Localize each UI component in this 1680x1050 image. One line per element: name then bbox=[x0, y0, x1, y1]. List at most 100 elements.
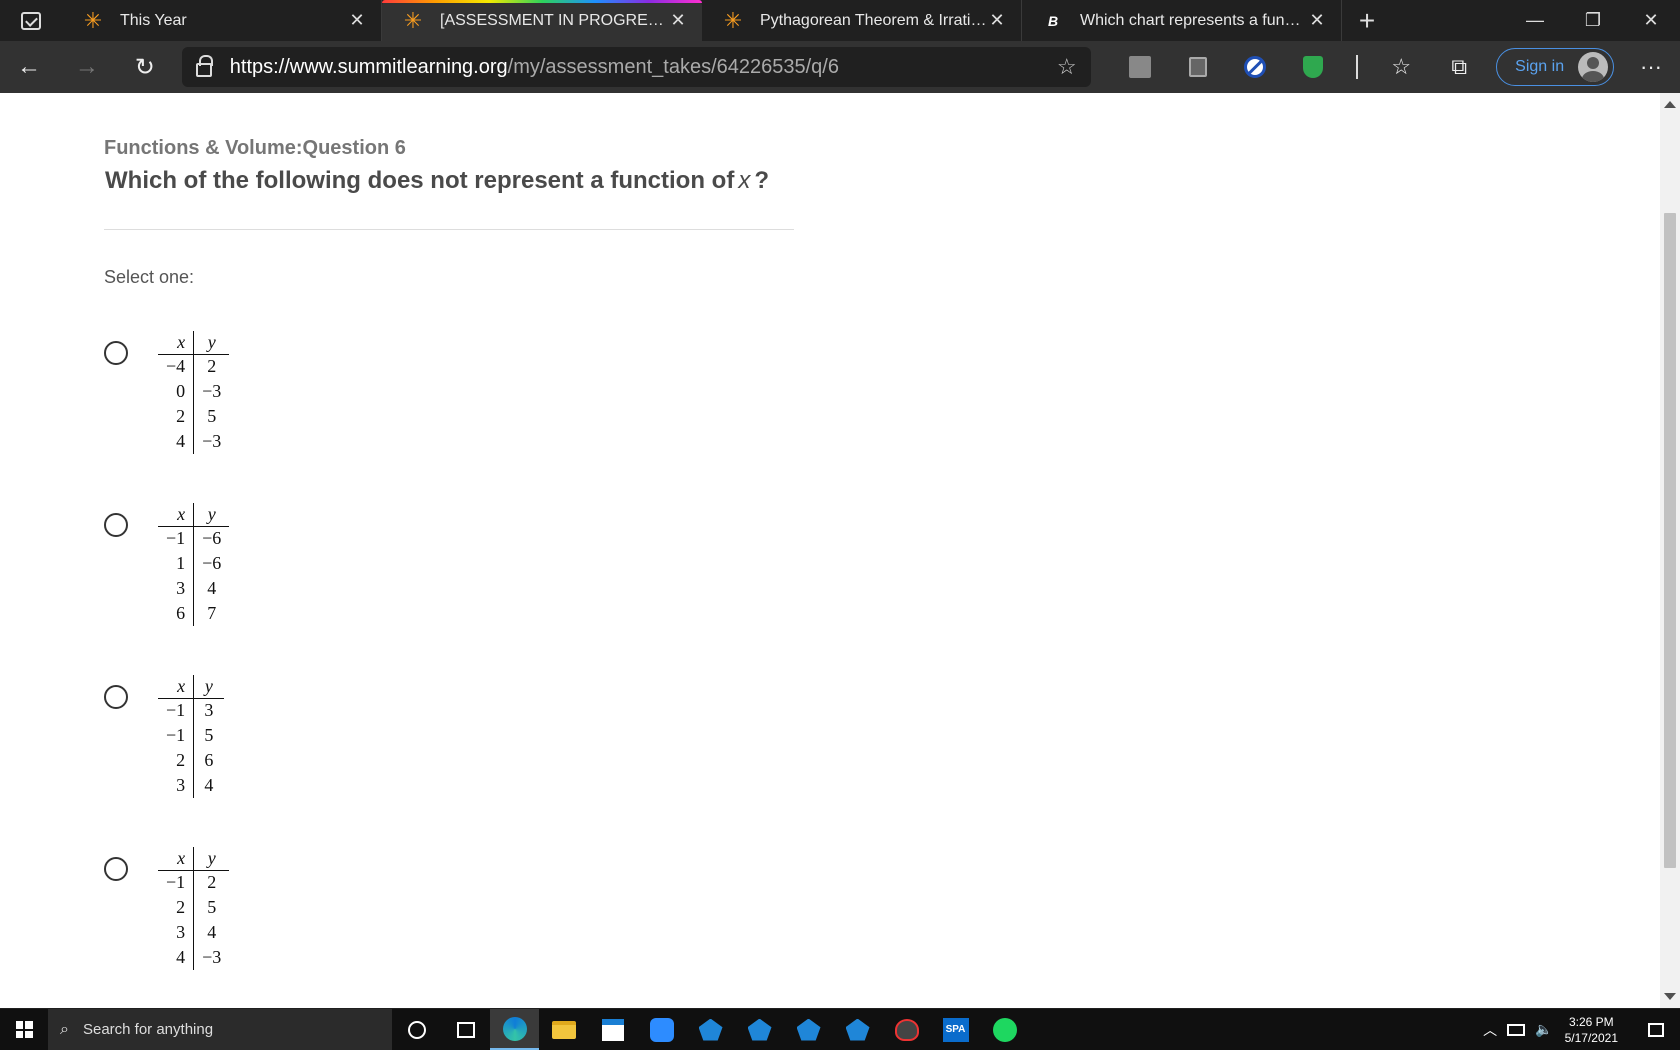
taskbar-search[interactable]: ⌕ Search for anything bbox=[48, 1009, 392, 1050]
clock[interactable]: 3:26 PM 5/17/2021 bbox=[1565, 1014, 1618, 1046]
copy-extension-icon bbox=[1188, 57, 1207, 77]
table-cell-x: 3 bbox=[158, 576, 195, 601]
folder-icon bbox=[551, 1020, 576, 1039]
radio-button[interactable] bbox=[104, 857, 128, 881]
app-button-2[interactable] bbox=[735, 1009, 784, 1050]
answer-option-2[interactable]: xy −1 −6 1 −6 34 67 bbox=[104, 503, 230, 626]
address-bar[interactable]: https://www.summitlearning.org/my/assess… bbox=[181, 47, 1091, 87]
forward-button[interactable]: → bbox=[58, 41, 116, 93]
notifications-button[interactable] bbox=[1632, 1009, 1680, 1050]
avatar bbox=[1578, 52, 1609, 82]
table-cell-x: 6 bbox=[158, 601, 195, 626]
close-icon[interactable]: ✕ bbox=[347, 10, 367, 31]
app-icon bbox=[894, 1018, 919, 1041]
answer-option-1[interactable]: xy −4 2 0 −3 25 4 −3 bbox=[104, 331, 230, 454]
extension-shield-button[interactable] bbox=[1284, 56, 1342, 78]
prompt-end: ? bbox=[754, 167, 769, 194]
radio-button[interactable] bbox=[104, 341, 128, 365]
spotify-button[interactable] bbox=[980, 1009, 1029, 1050]
question-prompt: Which of the following does not represen… bbox=[105, 167, 769, 195]
table-row: −1 3 bbox=[158, 698, 224, 723]
task-view-button[interactable] bbox=[441, 1009, 490, 1050]
table-cell-x: 3 bbox=[158, 920, 195, 945]
add-favorite-icon[interactable]: ☆ bbox=[1057, 54, 1077, 80]
extension-gray-button[interactable] bbox=[1111, 56, 1169, 78]
prompt-text: Which of the following does not represen… bbox=[105, 167, 735, 194]
radio-button[interactable] bbox=[104, 513, 128, 537]
extension-copy-button[interactable] bbox=[1169, 57, 1227, 77]
app-button-5[interactable] bbox=[882, 1009, 931, 1050]
close-icon[interactable]: ✕ bbox=[1307, 10, 1327, 31]
app-button-1[interactable] bbox=[686, 1009, 735, 1050]
minimize-button[interactable]: — bbox=[1506, 0, 1564, 41]
table-cell-x: 3 bbox=[158, 773, 195, 798]
collections-button[interactable]: ⧉ bbox=[1430, 54, 1488, 80]
tab-actions-button[interactable] bbox=[0, 0, 62, 41]
edge-taskbar-button[interactable] bbox=[490, 1009, 539, 1050]
lock-icon[interactable] bbox=[195, 55, 213, 77]
block-icon bbox=[1244, 56, 1267, 78]
close-icon[interactable]: ✕ bbox=[987, 10, 1007, 31]
new-tab-button[interactable]: + bbox=[1342, 0, 1392, 41]
sign-in-button[interactable]: Sign in bbox=[1496, 48, 1615, 86]
table-cell-y: 5 bbox=[204, 725, 214, 745]
table-cell-x: −4 bbox=[158, 354, 195, 379]
app-button-4[interactable] bbox=[833, 1009, 882, 1050]
table-row: −1 5 bbox=[158, 723, 224, 748]
table-row: 26 bbox=[158, 748, 224, 773]
table-row: 25 bbox=[158, 404, 229, 429]
cortana-icon bbox=[407, 1020, 426, 1039]
close-icon[interactable]: ✕ bbox=[668, 10, 688, 31]
answer-option-3[interactable]: xy −1 3 −1 5 26 34 bbox=[104, 675, 224, 798]
table-cell-x: 2 bbox=[158, 895, 195, 920]
table-row: 67 bbox=[158, 601, 229, 626]
start-button[interactable] bbox=[0, 1009, 48, 1050]
clock-date: 5/17/2021 bbox=[1564, 1030, 1618, 1045]
page-scrollbar[interactable] bbox=[1660, 93, 1680, 1008]
url-path: /my/assessment_takes/64226535/q/6 bbox=[507, 55, 839, 78]
asterisk-icon: ✳ bbox=[403, 7, 423, 33]
table-cell-x: −1 bbox=[158, 698, 195, 723]
more-options-icon[interactable]: ··· bbox=[1622, 54, 1680, 80]
spa-icon: SPA bbox=[942, 1017, 969, 1042]
refresh-button[interactable]: ↻ bbox=[116, 41, 174, 93]
asterisk-icon: ✳ bbox=[83, 7, 103, 33]
tab-pythagorean[interactable]: ✳ Pythagorean Theorem & Irrational Numbe… bbox=[702, 0, 1022, 41]
table-cell-x: 4 bbox=[158, 945, 195, 970]
url-text[interactable]: https://www.summitlearning.org/my/assess… bbox=[230, 56, 1057, 79]
table-cell-y: 4 bbox=[204, 775, 214, 795]
xy-table: xy −1 −6 1 −6 34 67 bbox=[158, 503, 230, 626]
extension-block-button[interactable] bbox=[1226, 56, 1284, 78]
browser-toolbar: ← → ↻ https://www.summitlearning.org/my/… bbox=[0, 41, 1680, 93]
cortana-button[interactable] bbox=[392, 1009, 441, 1050]
show-hidden-icons-icon[interactable]: ︿ bbox=[1483, 1020, 1497, 1040]
zoom-button[interactable] bbox=[637, 1009, 686, 1050]
extension-icon bbox=[1128, 56, 1151, 78]
back-button[interactable]: ← bbox=[0, 41, 58, 93]
scroll-down-arrow[interactable] bbox=[1664, 993, 1676, 1000]
spa-button[interactable]: SPA bbox=[931, 1009, 980, 1050]
zoom-icon bbox=[649, 1017, 674, 1042]
close-window-button[interactable]: ✕ bbox=[1622, 0, 1680, 41]
table-row: 34 bbox=[158, 920, 229, 945]
tab-this-year[interactable]: ✳ This Year ✕ bbox=[62, 0, 382, 41]
network-icon[interactable] bbox=[1507, 1023, 1526, 1036]
table-cell-y: −3 bbox=[202, 431, 222, 451]
tab-assessment[interactable]: ✳ [ASSESSMENT IN PROGRESS] Summit Learni… bbox=[382, 0, 702, 41]
xy-table: xy −4 2 0 −3 25 4 −3 bbox=[158, 331, 230, 454]
table-cell-y: 7 bbox=[207, 603, 217, 623]
select-one-label: Select one: bbox=[104, 267, 195, 287]
favorites-button[interactable]: ☆ bbox=[1372, 54, 1430, 80]
store-button[interactable] bbox=[588, 1009, 637, 1050]
scroll-up-arrow[interactable] bbox=[1664, 101, 1676, 108]
brainly-icon: B bbox=[1047, 12, 1059, 29]
volume-icon[interactable]: 🔈 bbox=[1535, 1021, 1552, 1038]
radio-button[interactable] bbox=[104, 685, 128, 709]
tab-strip: ✳ This Year ✕ ✳ [ASSESSMENT IN PROGRESS]… bbox=[0, 0, 1680, 41]
restore-button[interactable]: ❐ bbox=[1564, 0, 1622, 41]
scrollbar-thumb[interactable] bbox=[1664, 213, 1676, 868]
app-button-3[interactable] bbox=[784, 1009, 833, 1050]
tab-which-chart[interactable]: B Which chart represents a function ✕ bbox=[1022, 0, 1342, 41]
answer-option-4[interactable]: xy −1 2 25 34 4 −3 bbox=[104, 847, 230, 970]
file-explorer-button[interactable] bbox=[539, 1009, 588, 1050]
